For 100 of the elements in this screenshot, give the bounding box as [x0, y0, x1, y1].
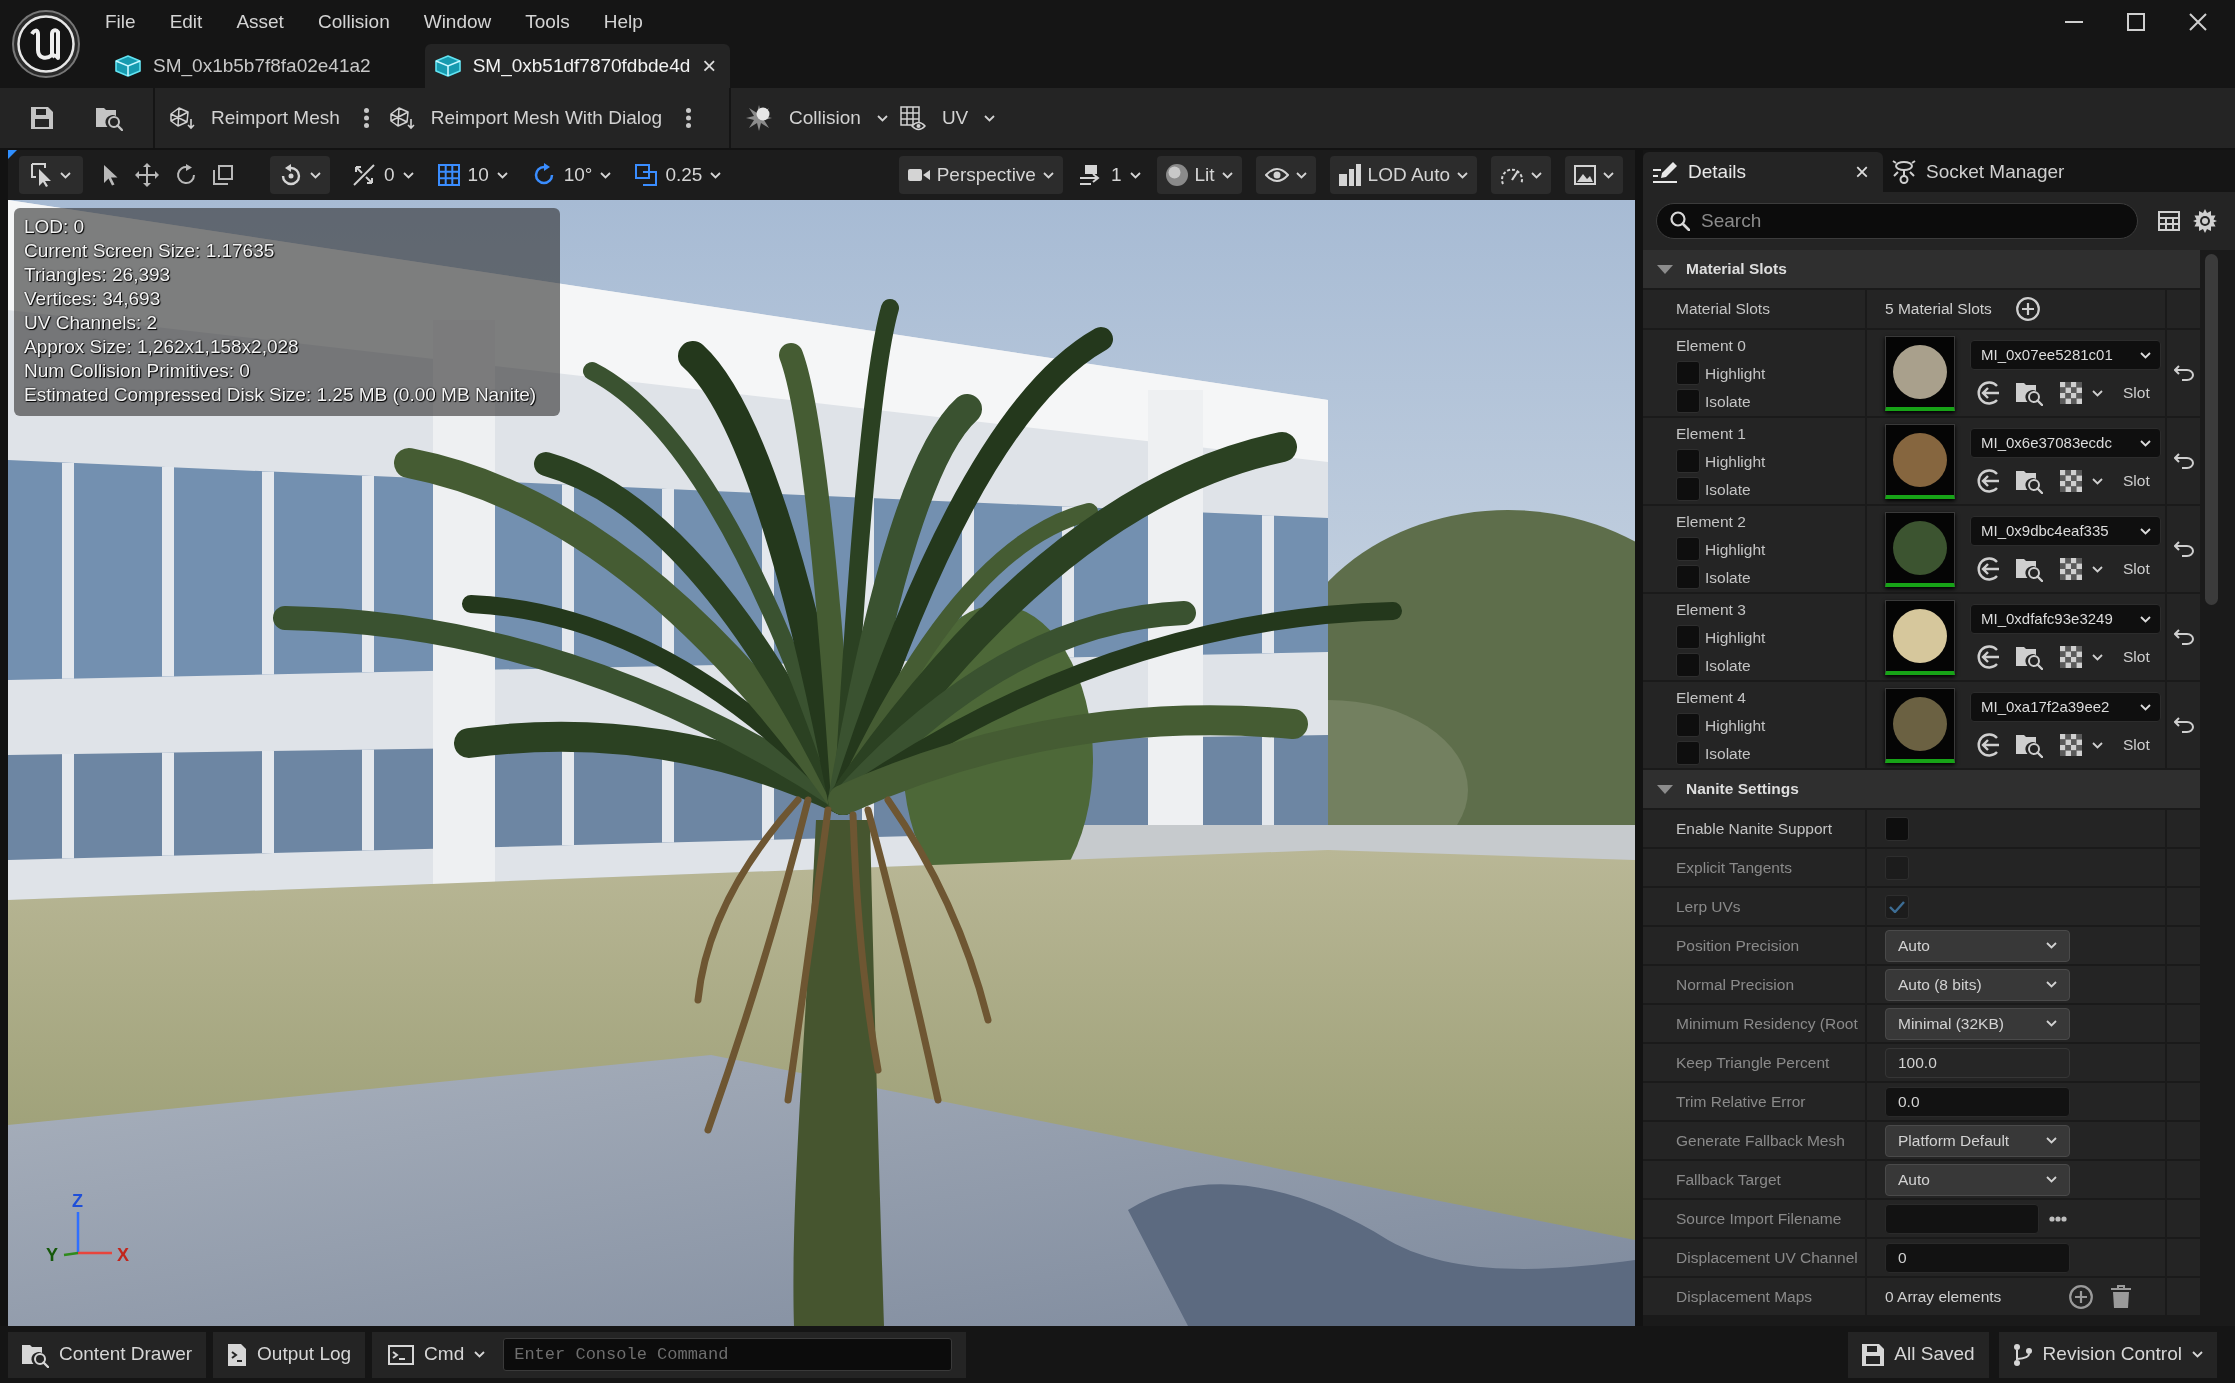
- checkbox[interactable]: [1676, 565, 1700, 590]
- checker-icon[interactable]: [2060, 558, 2082, 580]
- menu-item[interactable]: Help: [603, 9, 643, 34]
- caret-icon[interactable]: [2092, 653, 2103, 661]
- arrow-circle-icon[interactable]: [1977, 381, 2001, 405]
- kebab-menu-icon[interactable]: [363, 108, 369, 128]
- snap-button[interactable]: 10: [435, 156, 510, 194]
- checkbox[interactable]: [1676, 653, 1700, 678]
- snap-button[interactable]: 10°: [529, 156, 614, 194]
- folder-search-icon[interactable]: [2016, 468, 2043, 494]
- move-icon[interactable]: [135, 163, 159, 187]
- checkbox[interactable]: [1676, 741, 1700, 766]
- undo-arrow-icon[interactable]: [2173, 365, 2194, 381]
- menu-item[interactable]: File: [105, 9, 136, 34]
- menu-item[interactable]: Tools: [525, 9, 570, 34]
- viewport-type-button[interactable]: Perspective: [898, 156, 1063, 194]
- folder-search-icon[interactable]: [2016, 380, 2043, 406]
- select-mode-button[interactable]: [19, 156, 83, 194]
- caret-icon[interactable]: [2092, 389, 2103, 397]
- material-dropdown[interactable]: MI_0x07ee5281c01: [1970, 340, 2161, 370]
- save-icon[interactable]: [31, 107, 53, 129]
- save-all-button[interactable]: All Saved: [1848, 1331, 1989, 1378]
- rotate-icon[interactable]: [175, 164, 197, 186]
- checker-icon[interactable]: [2060, 470, 2082, 492]
- console-input[interactable]: Enter Console Command: [503, 1338, 953, 1371]
- menu-item[interactable]: Edit: [169, 9, 203, 34]
- undo-arrow-icon[interactable]: [2173, 717, 2194, 733]
- expand-arrow-icon[interactable]: [1657, 784, 1673, 794]
- undo-arrow-icon[interactable]: [2173, 541, 2194, 557]
- snap-button[interactable]: 0: [350, 156, 416, 194]
- minimize-icon[interactable]: [2065, 20, 2083, 23]
- menu-item[interactable]: Asset: [236, 9, 284, 34]
- scrollbar-thumb[interactable]: [2205, 254, 2218, 605]
- panel-tab[interactable]: Socket Manager: [1883, 152, 2079, 192]
- section-header[interactable]: Material Slots: [1643, 250, 2200, 288]
- more-dots-icon[interactable]: [2049, 1215, 2067, 1222]
- close-button[interactable]: ×: [1855, 160, 1869, 184]
- output-log-button[interactable]: Output Log: [213, 1331, 366, 1378]
- panel-tab[interactable]: Details ×: [1643, 152, 1883, 192]
- material-dropdown[interactable]: MI_0x9dbc4eaf335: [1970, 516, 2161, 546]
- document-tab[interactable]: SM_0xb51df7870fdbde4d ×: [424, 44, 731, 88]
- toolbar-button[interactable]: Reimport Mesh With Dialog: [382, 95, 669, 141]
- caret-icon[interactable]: [2092, 741, 2103, 749]
- resize-square-icon[interactable]: [213, 165, 233, 185]
- checkbox[interactable]: [1676, 477, 1700, 502]
- coordinate-space-button[interactable]: [270, 156, 330, 194]
- undo-arrow-icon[interactable]: [2173, 453, 2194, 469]
- material-dropdown[interactable]: MI_0xdfafc93e3249: [1970, 604, 2161, 634]
- arrow-circle-icon[interactable]: [1977, 469, 2001, 493]
- checker-icon[interactable]: [2060, 734, 2082, 756]
- console-mode-button[interactable]: Cmd: [372, 1331, 496, 1378]
- checker-icon[interactable]: [2060, 646, 2082, 668]
- material-dropdown[interactable]: MI_0xa17f2a39ee2: [1970, 692, 2161, 722]
- kebab-menu-icon[interactable]: [686, 108, 692, 128]
- show-flags-button[interactable]: [1255, 156, 1316, 194]
- gauge-button[interactable]: [1491, 156, 1551, 194]
- toolbar-button[interactable]: Reimport Mesh: [163, 95, 346, 141]
- snap-button[interactable]: 0.25: [633, 156, 724, 194]
- dropdown-button[interactable]: UV: [893, 95, 1002, 141]
- search-field[interactable]: Search: [1656, 203, 2138, 239]
- arrow-circle-icon[interactable]: [1977, 733, 2001, 757]
- folder-search-icon[interactable]: [2016, 556, 2043, 582]
- checkbox[interactable]: [1676, 537, 1700, 562]
- menu-item[interactable]: Window: [423, 9, 492, 34]
- maximize-icon[interactable]: [2127, 12, 2145, 31]
- checker-icon[interactable]: [2060, 382, 2082, 404]
- checkbox[interactable]: [1676, 449, 1700, 474]
- settings-icon[interactable]: [2193, 209, 2217, 233]
- caret-icon[interactable]: [2092, 477, 2103, 485]
- view-mode-button[interactable]: Lit: [1156, 156, 1242, 194]
- arrow-circle-icon[interactable]: [1977, 557, 2001, 581]
- folder-search-icon[interactable]: [96, 105, 123, 131]
- revision-control-button[interactable]: Revision Control: [1998, 1331, 2217, 1378]
- delete-icon[interactable]: [2110, 1284, 2132, 1309]
- undo-arrow-icon[interactable]: [2173, 629, 2194, 645]
- camera-speed-button[interactable]: 1: [1076, 156, 1143, 194]
- checkbox[interactable]: [1676, 625, 1700, 650]
- table-icon[interactable]: [2158, 211, 2180, 231]
- close-button[interactable]: ×: [702, 54, 717, 78]
- image-menu-button[interactable]: [1565, 156, 1623, 194]
- close-icon[interactable]: [2189, 12, 2207, 31]
- checkbox[interactable]: [1676, 389, 1700, 414]
- expand-arrow-icon[interactable]: [1657, 264, 1673, 274]
- arrow-circle-icon[interactable]: [1977, 645, 2001, 669]
- content-drawer-button[interactable]: Content Drawer: [8, 1331, 207, 1378]
- caret-icon[interactable]: [2092, 565, 2103, 573]
- folder-search-icon[interactable]: [2016, 732, 2043, 758]
- dropdown-button[interactable]: Collision: [739, 95, 894, 141]
- add-icon[interactable]: [2015, 297, 2040, 321]
- menu-item[interactable]: Collision: [317, 9, 390, 34]
- pointer-icon[interactable]: [103, 164, 119, 186]
- add-icon[interactable]: [2069, 1284, 2093, 1309]
- checkbox[interactable]: [1676, 361, 1700, 386]
- section-header[interactable]: Nanite Settings: [1643, 770, 2200, 808]
- checkbox[interactable]: [1676, 713, 1700, 738]
- folder-search-icon[interactable]: [2016, 644, 2043, 670]
- checkbox[interactable]: [1885, 816, 1909, 841]
- lod-button[interactable]: LOD Auto: [1329, 156, 1477, 194]
- text-field[interactable]: [1885, 1203, 2039, 1234]
- document-tab[interactable]: SM_0x1b5b7f8fa02e41a2: [105, 44, 385, 88]
